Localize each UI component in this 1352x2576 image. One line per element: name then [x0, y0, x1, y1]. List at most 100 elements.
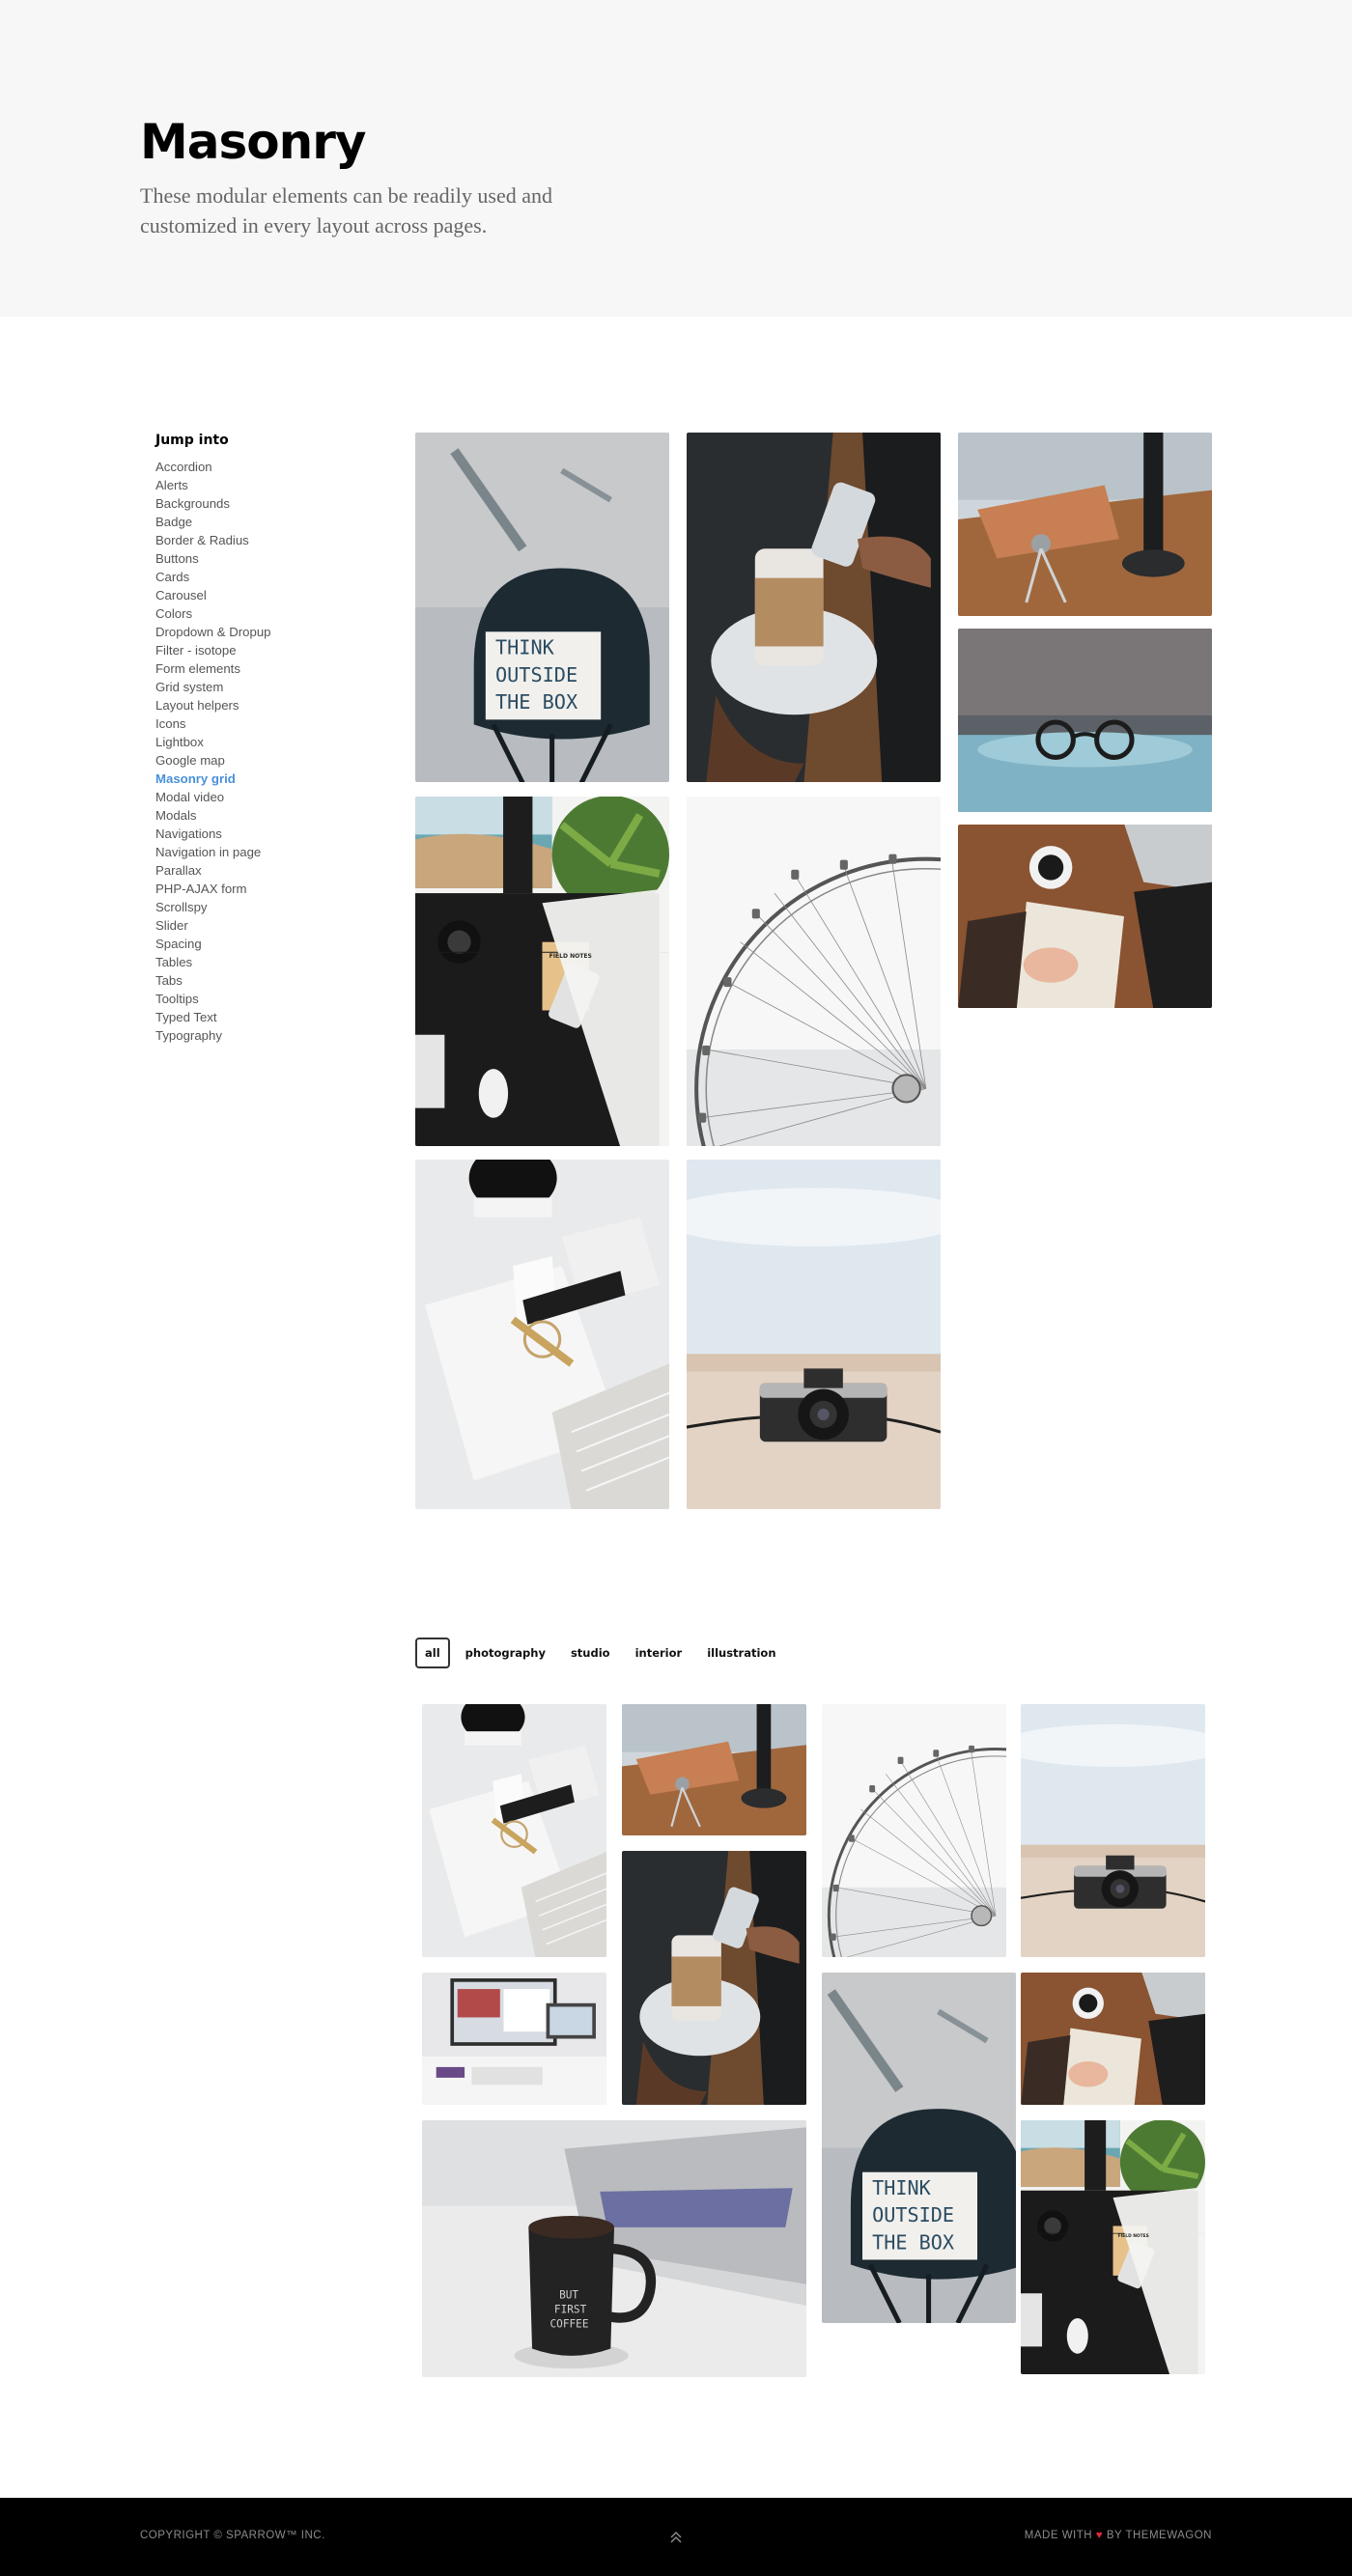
ferris-wheel-photo-image [687, 797, 941, 1146]
sidebar-item-modals[interactable]: Modals [155, 806, 368, 825]
desk-compass-photo-image [958, 433, 1212, 616]
photo-workspace-headphones[interactable]: FIELD NOTES [415, 797, 669, 1146]
photo-desk-compass[interactable] [958, 433, 1212, 616]
sidebar-item-tables[interactable]: Tables [155, 953, 368, 971]
sidebar-item-google-map[interactable]: Google map [155, 751, 368, 770]
photo-watch-keyboard[interactable] [415, 1160, 669, 1509]
sign-line-3: THE BOX [872, 2230, 954, 2254]
photo-notebook-coffee-filtered[interactable] [1021, 1973, 1205, 2105]
latte-photo-image [622, 1851, 806, 2105]
notebook-coffee-photo-image [958, 825, 1212, 1008]
sidebar-item-accordion[interactable]: Accordion [155, 458, 368, 476]
sidebar-item-spacing[interactable]: Spacing [155, 935, 368, 953]
sidebar-item-typed-text[interactable]: Typed Text [155, 1008, 368, 1026]
sidebar-item-layout-helpers[interactable]: Layout helpers [155, 696, 368, 714]
sidebar-item-lightbox[interactable]: Lightbox [155, 733, 368, 751]
sidebar-item-modal-video[interactable]: Modal video [155, 788, 368, 806]
filter-photography[interactable]: photography [456, 1638, 555, 1668]
imac-desk-photo-image [422, 1973, 606, 2105]
photo-coffee-mug-filtered[interactable]: BUT FIRST COFFEE [422, 2120, 806, 2377]
sidebar-item-php-ajax-form[interactable]: PHP-AJAX form [155, 880, 368, 898]
sidebar-item-backgrounds[interactable]: Backgrounds [155, 494, 368, 513]
sidebar-item-badge[interactable]: Badge [155, 513, 368, 531]
photo-imac-desk-filtered[interactable] [422, 1973, 606, 2105]
sidebar-item-alerts[interactable]: Alerts [155, 476, 368, 494]
sidebar-item-masonry-grid[interactable]: Masonry grid [155, 770, 368, 788]
sidebar-item-slider[interactable]: Slider [155, 916, 368, 935]
sidebar-item-cards[interactable]: Cards [155, 568, 368, 586]
photo-camera-desert[interactable] [687, 1160, 941, 1509]
page-header: Masonry These modular elements can be re… [0, 0, 1352, 317]
photo-workspace-headphones-filtered[interactable]: FIELD NOTES [1021, 2120, 1205, 2374]
sign-line-1: THINK [495, 636, 555, 659]
filter-studio[interactable]: studio [561, 1638, 620, 1668]
sidebar-item-form-elements[interactable]: Form elements [155, 659, 368, 678]
photo-desk-compass-filtered[interactable] [622, 1704, 806, 1835]
latte-photo-image [687, 433, 941, 782]
photo-watch-keyboard-filtered[interactable] [422, 1704, 606, 1957]
photo-chair-lightbox-filtered[interactable]: THINK OUTSIDE THE BOX [822, 1973, 1016, 2323]
sidebar-item-parallax[interactable]: Parallax [155, 861, 368, 880]
heart-icon: ♥ [1095, 2530, 1104, 2541]
sidebar-item-filter-isotope[interactable]: Filter - isotope [155, 641, 368, 659]
photo-ferris-wheel-filtered[interactable] [822, 1704, 1006, 1957]
mug-text-line-3: COFFEE [550, 2317, 589, 2330]
desk-compass-photo-image [622, 1704, 806, 1835]
sidebar-item-grid-system[interactable]: Grid system [155, 678, 368, 696]
sign-line-2: OUTSIDE [495, 663, 577, 686]
back-to-top-chevron-icon[interactable] [668, 2529, 684, 2546]
photo-latte-phone-filtered[interactable] [622, 1851, 806, 2105]
glasses-photo-image [958, 629, 1212, 812]
sign-line-1: THINK [872, 2176, 932, 2199]
jump-into-sidebar: Jump into Accordion Alerts Backgrounds Badg… [155, 433, 368, 1045]
filter-illustration[interactable]: illustration [697, 1638, 785, 1668]
sidebar-item-tabs[interactable]: Tabs [155, 971, 368, 990]
sidebar-item-colors[interactable]: Colors [155, 604, 368, 623]
footer-copyright: COPYRIGHT © SPARROW™ INC. [140, 2530, 325, 2541]
photo-notebook-coffee[interactable] [958, 825, 1212, 1008]
camera-desert-photo-image [687, 1160, 941, 1509]
ferris-wheel-photo-image [822, 1704, 1006, 1957]
notebook-coffee-photo-image [1021, 1973, 1205, 2105]
page-subtitle: These modular elements can be readily us… [140, 183, 553, 238]
photo-camera-desert-filtered[interactable] [1021, 1704, 1205, 1957]
sidebar-item-navigations[interactable]: Navigations [155, 825, 368, 843]
credit-prefix: MADE WITH [1024, 2530, 1093, 2541]
sidebar-item-carousel[interactable]: Carousel [155, 586, 368, 604]
sidebar-item-typography[interactable]: Typography [155, 1026, 368, 1045]
watch-keyboard-photo-image [422, 1704, 606, 1957]
sidebar-item-navigation-in-page[interactable]: Navigation in page [155, 843, 368, 861]
sidebar-item-icons[interactable]: Icons [155, 714, 368, 733]
page-title: Masonry [140, 114, 366, 170]
coffee-mug-photo-image: BUT FIRST COFFEE [422, 2120, 806, 2377]
footer-credit: MADE WITH ♥ BY THEMEWAGON [1025, 2530, 1212, 2541]
photo-glasses[interactable] [958, 629, 1212, 812]
chair-photo-image: THINK OUTSIDE THE BOX [822, 1973, 1016, 2323]
sidebar-item-border-radius[interactable]: Border & Radius [155, 531, 368, 549]
notebook-label: FIELD NOTES [549, 953, 592, 960]
page-footer: COPYRIGHT © SPARROW™ INC. MADE WITH ♥ BY… [0, 2498, 1352, 2576]
sidebar-item-dropdown-dropup[interactable]: Dropdown & Dropup [155, 623, 368, 641]
mug-text-line-1: BUT [559, 2289, 578, 2302]
sidebar-item-scrollspy[interactable]: Scrollspy [155, 898, 368, 916]
photo-chair-lightbox[interactable]: THINK OUTSIDE THE BOX [415, 433, 669, 782]
camera-desert-photo-image [1021, 1704, 1205, 1957]
themewagon-link[interactable]: BY THEMEWAGON [1107, 2530, 1212, 2541]
notebook-label: FIELD NOTES [1118, 2233, 1149, 2239]
sidebar-list: Accordion Alerts Backgrounds Badge Border & … [155, 458, 368, 1045]
isotope-filter-bar: all photography studio interior illustration [415, 1638, 792, 1668]
sidebar-item-tooltips[interactable]: Tooltips [155, 990, 368, 1008]
sidebar-item-buttons[interactable]: Buttons [155, 549, 368, 568]
filter-interior[interactable]: interior [626, 1638, 692, 1668]
workspace-photo-image: FIELD NOTES [1021, 2120, 1205, 2374]
photo-latte-phone[interactable] [687, 433, 941, 782]
watch-keyboard-photo-image [415, 1160, 669, 1509]
sign-line-3: THE BOX [495, 690, 577, 714]
workspace-photo-image: FIELD NOTES [415, 797, 669, 1146]
mug-text-line-2: FIRST [554, 2304, 587, 2316]
sign-line-2: OUTSIDE [872, 2203, 954, 2226]
photo-ferris-wheel[interactable] [687, 797, 941, 1146]
sidebar-heading: Jump into [155, 433, 229, 448]
chair-photo-image: THINK OUTSIDE THE BOX [415, 433, 669, 782]
filter-all[interactable]: all [415, 1638, 450, 1668]
